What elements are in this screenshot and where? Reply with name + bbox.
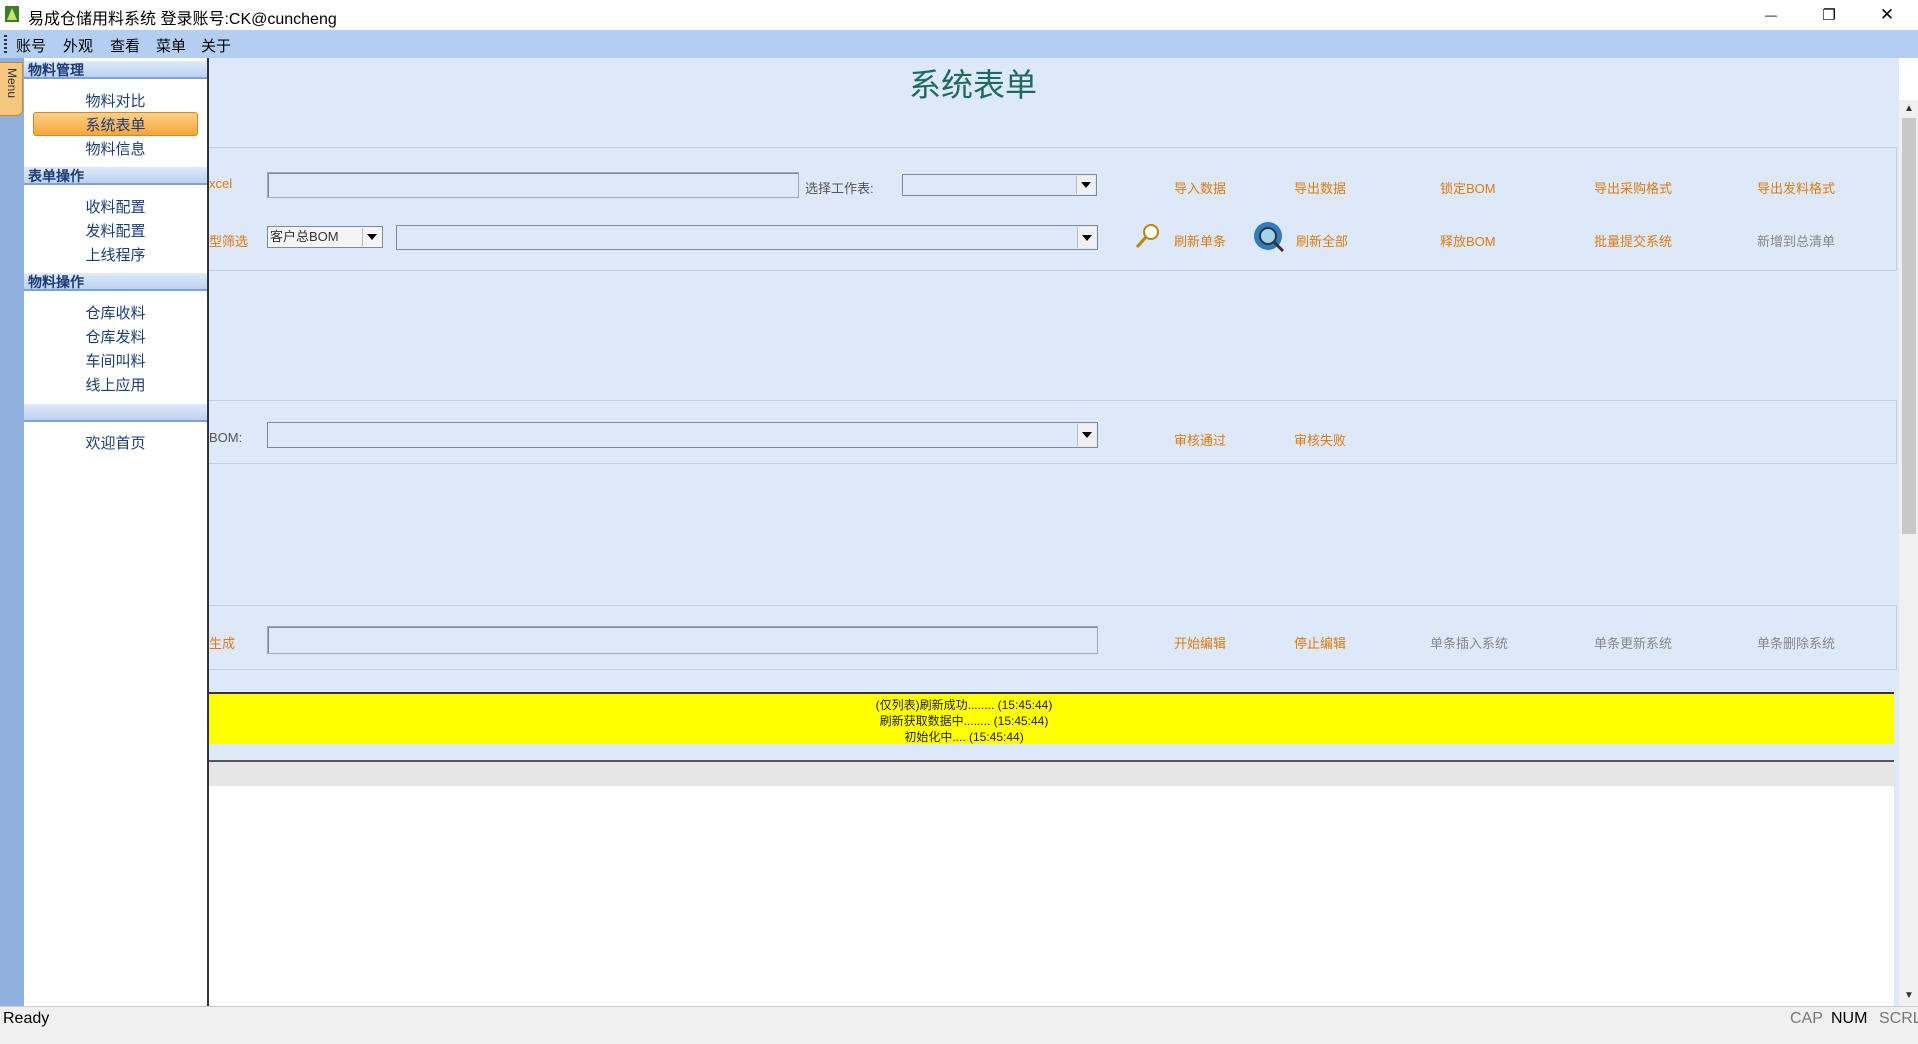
audit-pass-button[interactable]: 审核通过 — [1174, 430, 1226, 449]
nav-item-material-compare[interactable]: 物料对比 — [24, 90, 207, 111]
single-insert-system-button[interactable]: 单条插入系统 — [1430, 633, 1508, 652]
bom-label: BOM: — [209, 430, 243, 445]
nav-item-receiving-config[interactable]: 收料配置 — [24, 196, 207, 217]
status-bar — [0, 1006, 1918, 1044]
bom-audit-select[interactable] — [267, 422, 1098, 448]
cap-indicator: CAP — [1790, 1010, 1823, 1027]
log-line: 刷新获取数据中........ (15:45:44) — [879, 714, 1049, 728]
start-edit-button[interactable]: 开始编辑 — [1174, 633, 1226, 652]
menu-appearance[interactable]: 外观 — [63, 35, 93, 56]
app-icon — [4, 5, 20, 23]
nav-item-online-program[interactable]: 上线程序 — [24, 244, 207, 265]
minimize-button[interactable]: — — [1742, 0, 1800, 30]
chevron-down-icon[interactable] — [1077, 424, 1096, 446]
lock-bom-button[interactable]: 锁定BOM — [1440, 178, 1496, 197]
import-data-button[interactable]: 导入数据 — [1174, 178, 1226, 197]
chevron-down-icon[interactable] — [1077, 227, 1096, 248]
audit-fail-button[interactable]: 审核失败 — [1294, 430, 1346, 449]
single-delete-system-button[interactable]: 单条删除系统 — [1757, 633, 1835, 652]
scroll-down-icon[interactable]: ▼ — [1902, 990, 1916, 1002]
nav-item-welcome-home[interactable]: 欢迎首页 — [24, 432, 207, 453]
export-data-button[interactable]: 导出数据 — [1294, 178, 1346, 197]
status-ready: Ready — [3, 1010, 50, 1027]
menu-account[interactable]: 账号 — [16, 35, 46, 56]
scroll-up-icon[interactable]: ▲ — [1902, 103, 1916, 115]
restore-button[interactable]: ❐ — [1800, 0, 1858, 30]
generate-input[interactable] — [267, 626, 1098, 654]
data-grid-header — [209, 760, 1894, 788]
menu-tab-strip — [0, 58, 24, 1006]
release-bom-button[interactable]: 释放BOM — [1440, 231, 1496, 250]
menu-menu[interactable]: 菜单 — [156, 35, 186, 56]
menu-about[interactable]: 关于 — [201, 35, 231, 56]
search-icon[interactable] — [1134, 222, 1162, 250]
type-filter-label: 型筛选 — [209, 234, 249, 249]
nav-item-workshop-call[interactable]: 车间叫料 — [24, 350, 207, 371]
close-button[interactable]: ✕ — [1858, 0, 1916, 30]
nav-header-material-operations[interactable]: 物料操作 — [24, 273, 207, 291]
close-icon: ✕ — [1879, 5, 1895, 24]
menu-view[interactable]: 查看 — [110, 35, 140, 56]
worksheet-select[interactable] — [902, 174, 1097, 196]
chevron-down-icon[interactable] — [362, 228, 381, 246]
data-grid[interactable] — [209, 786, 1894, 1006]
nav-item-material-info[interactable]: 物料信息 — [24, 138, 207, 159]
bom-type-select[interactable]: 客户总BOM — [267, 226, 383, 248]
excel-path-input[interactable] — [267, 172, 799, 198]
refresh-single-button[interactable]: 刷新单条 — [1174, 231, 1226, 250]
page-title: 系统表单 — [908, 67, 1037, 103]
log-line: (仅列表)刷新成功........ (15:45:44) — [875, 698, 1053, 712]
add-to-total-list-button[interactable]: 新增到总清单 — [1757, 231, 1835, 250]
export-purchase-format-button[interactable]: 导出采购格式 — [1594, 178, 1672, 197]
window-title: 易成仓储用料系统 登录账号:CK@cuncheng — [28, 11, 337, 28]
bom-type-value: 客户总BOM — [270, 229, 339, 244]
menu-tab-label: Menu — [5, 68, 19, 99]
nav-item-warehouse-issuing[interactable]: 仓库发料 — [24, 326, 207, 347]
generate-label: 生成 — [209, 636, 236, 651]
nav-item-system-form[interactable]: 系统表单 — [24, 114, 207, 135]
stop-edit-button[interactable]: 停止编辑 — [1294, 633, 1346, 652]
menu-bar — [0, 30, 1918, 58]
globe-search-icon[interactable] — [1252, 220, 1286, 254]
nav-item-issuing-config[interactable]: 发料配置 — [24, 220, 207, 241]
minimize-icon: — — [1765, 8, 1777, 22]
batch-submit-system-button[interactable]: 批量提交系统 — [1594, 231, 1672, 250]
restore-icon: ❐ — [1822, 7, 1836, 24]
chevron-down-icon[interactable] — [1076, 176, 1095, 194]
single-update-system-button[interactable]: 单条更新系统 — [1594, 633, 1672, 652]
nav-item-warehouse-receiving[interactable]: 仓库收料 — [24, 302, 207, 323]
excel-label: xcel — [209, 176, 233, 191]
export-issue-format-button[interactable]: 导出发料格式 — [1757, 178, 1835, 197]
log-line: 初始化中.... (15:45:44) — [904, 730, 1024, 744]
num-indicator: NUM — [1831, 1010, 1868, 1027]
menu-grip-icon — [4, 35, 7, 53]
scrollbar-thumb[interactable] — [1902, 118, 1916, 534]
nav-item-online-application[interactable]: 线上应用 — [24, 374, 207, 395]
nav-header-form-operations[interactable]: 表单操作 — [24, 167, 207, 185]
import-export-section — [209, 147, 1897, 271]
refresh-all-button[interactable]: 刷新全部 — [1296, 231, 1348, 250]
scrl-indicator: SCRL — [1879, 1010, 1918, 1027]
bom-select[interactable] — [396, 225, 1098, 250]
worksheet-label: 选择工作表: — [805, 181, 874, 196]
nav-header-material-management[interactable]: 物料管理 — [24, 61, 207, 79]
nav-header-home[interactable] — [24, 404, 207, 422]
